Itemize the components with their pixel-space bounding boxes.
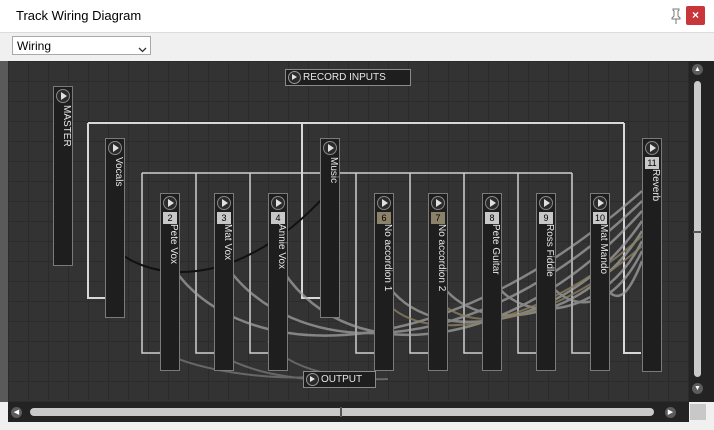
grip-icon xyxy=(340,407,342,417)
track-name: No accordion 2 xyxy=(436,224,447,292)
window-title: Track Wiring Diagram xyxy=(16,8,142,23)
track-number: 10 xyxy=(593,212,607,224)
view-select-value: Wiring xyxy=(17,39,52,53)
scroll-down-icon[interactable]: ▼ xyxy=(692,383,703,394)
play-icon[interactable] xyxy=(217,196,231,210)
record-inputs-label: RECORD INPUTS xyxy=(303,72,386,83)
record-inputs-box[interactable]: RECORD INPUTS xyxy=(285,69,411,86)
track-name: Vocals xyxy=(113,157,124,187)
chevron-down-icon xyxy=(138,41,147,53)
track-number: 2 xyxy=(163,212,177,224)
play-icon[interactable] xyxy=(431,196,445,210)
track-pete-vox[interactable]: 2 Pete Vox xyxy=(160,193,180,371)
track-number: 6 xyxy=(377,212,391,224)
track-number: 8 xyxy=(485,212,499,224)
play-icon[interactable] xyxy=(485,196,499,210)
track-number: 3 xyxy=(217,212,231,224)
vocals-to-master-wire xyxy=(87,123,105,299)
left-edge xyxy=(0,61,8,402)
track-name: Reverb xyxy=(650,169,661,202)
track-name: Pete Guitar xyxy=(490,224,501,275)
vertical-scroll-thumb[interactable] xyxy=(693,81,702,377)
play-icon[interactable] xyxy=(539,196,553,210)
track-name: No accordion 1 xyxy=(382,224,393,292)
scroll-right-icon[interactable]: ▶ xyxy=(665,407,676,418)
pin-icon[interactable] xyxy=(668,7,684,25)
track-no-accordion-1[interactable]: 6 No accordion 1 xyxy=(374,193,394,371)
output-label: OUTPUT xyxy=(321,374,363,385)
track-pete-guitar[interactable]: 8 Pete Guitar xyxy=(482,193,502,371)
track-annie-vox[interactable]: 4 Annie Vox xyxy=(268,193,288,371)
title-bar: Track Wiring Diagram × xyxy=(0,0,714,33)
scroll-up-icon[interactable]: ▲ xyxy=(692,64,703,75)
track-ross-fiddle[interactable]: 9 Ross Fiddle xyxy=(536,193,556,371)
vertical-scrollbar[interactable]: ▲ ▼ xyxy=(689,61,714,402)
track-mat-vox[interactable]: 3 Mat Vox xyxy=(214,193,234,371)
track-reverb[interactable]: 11 Reverb xyxy=(642,138,662,372)
track-number: 9 xyxy=(539,212,553,224)
play-icon[interactable] xyxy=(56,89,70,103)
track-name: MASTER xyxy=(61,105,72,147)
play-icon[interactable] xyxy=(288,71,301,84)
play-icon[interactable] xyxy=(163,196,177,210)
track-name: Pete Vox xyxy=(168,224,179,265)
horizontal-scroll-thumb[interactable] xyxy=(30,407,654,417)
wiring-canvas[interactable]: RECORD INPUTS OUTPUT MASTER Vocals 2 Pet… xyxy=(8,61,689,402)
track-no-accordion-2[interactable]: 7 No accordion 2 xyxy=(428,193,448,371)
track-number: 4 xyxy=(271,212,285,224)
close-button[interactable]: × xyxy=(686,6,705,25)
play-icon[interactable] xyxy=(108,141,122,155)
resize-corner[interactable] xyxy=(690,404,706,420)
track-mat-mando[interactable]: 10 Mat Mando xyxy=(590,193,610,371)
track-master[interactable]: MASTER xyxy=(53,86,73,266)
bottom-edge xyxy=(0,422,714,430)
horizontal-scrollbar[interactable]: ◀ ▶ xyxy=(8,402,689,422)
play-icon[interactable] xyxy=(306,373,319,386)
output-box[interactable]: OUTPUT xyxy=(303,371,376,388)
track-vocals[interactable]: Vocals xyxy=(105,138,125,318)
track-name: Mat Mando xyxy=(598,224,609,275)
track-name: Annie Vox xyxy=(276,224,287,270)
track-music[interactable]: Music xyxy=(320,138,340,318)
track-name: Mat Vox xyxy=(222,224,233,261)
track-name: Music xyxy=(328,157,339,184)
play-icon[interactable] xyxy=(271,196,285,210)
scroll-left-icon[interactable]: ◀ xyxy=(11,407,22,418)
play-icon[interactable] xyxy=(323,141,337,155)
grip-icon xyxy=(693,231,702,233)
play-icon[interactable] xyxy=(377,196,391,210)
track-number: 11 xyxy=(645,157,659,169)
view-select[interactable]: Wiring xyxy=(12,36,151,55)
play-icon[interactable] xyxy=(593,196,607,210)
track-name: Ross Fiddle xyxy=(544,224,555,277)
play-icon[interactable] xyxy=(645,141,659,155)
track-number: 7 xyxy=(431,212,445,224)
